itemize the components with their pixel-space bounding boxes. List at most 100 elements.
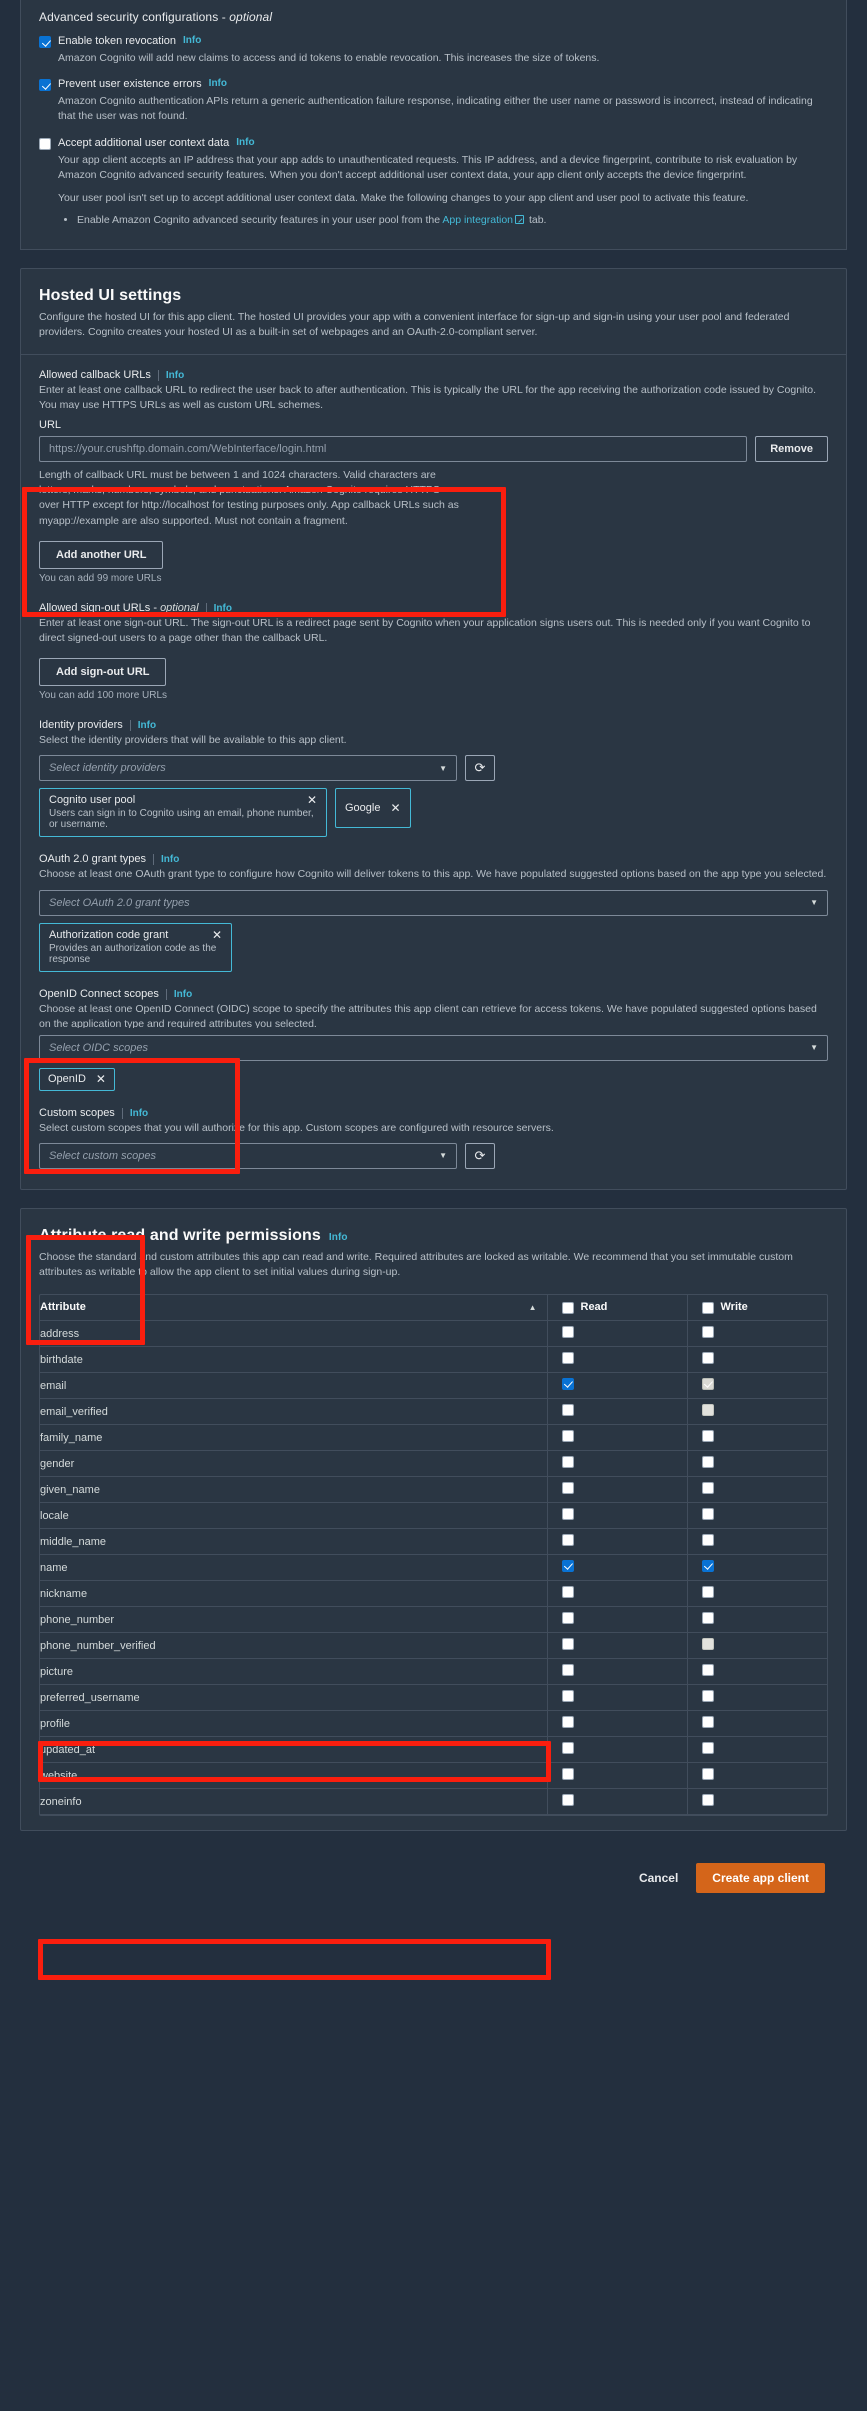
write-checkbox[interactable] xyxy=(701,1559,714,1572)
column-header-write: Write xyxy=(686,1294,827,1322)
read-checkbox[interactable] xyxy=(561,1325,574,1338)
oidc-scopes-select[interactable]: Select OIDC scopes ▼ xyxy=(39,1034,828,1061)
attribute-read-cell xyxy=(546,1606,687,1634)
identity-providers-select[interactable]: Select identity providers ▼ xyxy=(39,755,457,782)
write-checkbox[interactable] xyxy=(701,1689,714,1702)
refresh-icon[interactable]: ⟳ xyxy=(465,755,495,782)
allowed-signout-urls-info-link[interactable]: Info xyxy=(205,602,232,614)
attribute-write-cell xyxy=(686,1320,827,1348)
attribute-write-cell xyxy=(686,1788,827,1816)
write-checkbox[interactable] xyxy=(701,1585,714,1598)
allowed-signout-urls-description: Enter at least one sign-out URL. The sig… xyxy=(39,616,811,644)
read-checkbox[interactable] xyxy=(561,1507,574,1520)
attribute-permissions-info-link[interactable]: Info xyxy=(329,1232,348,1243)
write-checkbox[interactable] xyxy=(701,1481,714,1494)
custom-scopes-select[interactable]: Select custom scopes ▼ xyxy=(39,1142,457,1169)
refresh-icon[interactable]: ⟳ xyxy=(465,1142,495,1169)
allowed-signout-urls-label: Allowed sign-out URLs - xyxy=(39,601,161,614)
read-checkbox[interactable] xyxy=(561,1559,574,1572)
write-checkbox[interactable] xyxy=(701,1715,714,1728)
write-checkbox[interactable] xyxy=(701,1793,714,1806)
table-row: given_name xyxy=(40,1476,827,1504)
accept-additional-user-context-info-link[interactable]: Info xyxy=(236,137,254,148)
attribute-name-cell: name xyxy=(40,1554,547,1582)
allowed-signout-urls-group: Allowed sign-out URLs - optional Info En… xyxy=(39,602,828,701)
accept-additional-user-context-checkbox[interactable] xyxy=(39,137,51,150)
write-checkbox[interactable] xyxy=(701,1507,714,1520)
read-checkbox[interactable] xyxy=(561,1351,574,1364)
callback-url-input[interactable]: https://your.crushftp.domain.com/WebInte… xyxy=(39,435,748,462)
write-checkbox[interactable] xyxy=(701,1663,714,1676)
cancel-button[interactable]: Cancel xyxy=(639,1871,678,1885)
table-row: gender xyxy=(40,1450,827,1478)
column-header-read-label: Read xyxy=(580,1301,608,1314)
read-checkbox[interactable] xyxy=(561,1585,574,1598)
add-another-url-button[interactable]: Add another URL xyxy=(39,540,164,569)
idp-cognito-remove-icon[interactable]: ✕ xyxy=(307,794,317,806)
read-checkbox[interactable] xyxy=(561,1689,574,1702)
write-checkbox[interactable] xyxy=(701,1351,714,1364)
allowed-callback-urls-group: Allowed callback URLs Info Enter at leas… xyxy=(39,369,828,584)
write-checkbox[interactable] xyxy=(701,1325,714,1338)
idp-google-title: Google xyxy=(345,802,381,815)
identity-providers-info-link[interactable]: Info xyxy=(129,720,156,732)
attribute-write-cell xyxy=(686,1502,827,1530)
create-app-client-button[interactable]: Create app client xyxy=(696,1863,825,1894)
allowed-callback-urls-info-link[interactable]: Info xyxy=(157,369,184,381)
app-integration-link[interactable]: App integration xyxy=(442,214,513,226)
attribute-name-cell: given_name xyxy=(40,1476,547,1504)
attribute-read-cell xyxy=(546,1684,687,1712)
write-checkbox[interactable] xyxy=(701,1741,714,1754)
prevent-user-existence-errors-info-link[interactable]: Info xyxy=(209,78,227,89)
write-checkbox[interactable] xyxy=(701,1533,714,1546)
attribute-write-cell xyxy=(686,1632,827,1660)
write-checkbox[interactable] xyxy=(701,1767,714,1780)
read-checkbox[interactable] xyxy=(561,1663,574,1676)
remove-callback-url-button[interactable]: Remove xyxy=(755,435,828,462)
read-checkbox[interactable] xyxy=(561,1403,574,1416)
attribute-write-cell xyxy=(686,1372,827,1400)
sort-ascending-icon: ▲ xyxy=(528,1302,537,1312)
column-header-write-label: Write xyxy=(720,1301,748,1314)
attribute-name-cell: address xyxy=(40,1320,547,1348)
app-client-config-page: Advanced security configurations - optio… xyxy=(0,0,867,1980)
read-checkbox[interactable] xyxy=(561,1455,574,1468)
write-checkbox[interactable] xyxy=(701,1429,714,1442)
table-row: phone_number_verified xyxy=(40,1632,827,1660)
write-checkbox[interactable] xyxy=(701,1455,714,1468)
add-signout-url-button[interactable]: Add sign-out URL xyxy=(39,658,167,687)
read-checkbox[interactable] xyxy=(561,1429,574,1442)
attribute-permissions-title-row: Attribute read and write permissions Inf… xyxy=(39,1227,828,1245)
read-checkbox[interactable] xyxy=(561,1481,574,1494)
accept-additional-user-context-description: Your app client accepts an IP address th… xyxy=(58,153,798,181)
attribute-read-cell xyxy=(546,1554,687,1582)
oauth-grant-types-select[interactable]: Select OAuth 2.0 grant types ▼ xyxy=(39,889,828,916)
scope-openid-remove-icon[interactable]: ✕ xyxy=(96,1073,106,1085)
write-checkbox[interactable] xyxy=(701,1611,714,1624)
read-checkbox[interactable] xyxy=(561,1741,574,1754)
select-all-write-checkbox[interactable] xyxy=(701,1301,714,1314)
read-checkbox[interactable] xyxy=(561,1767,574,1780)
oauth-grant-types-info-link[interactable]: Info xyxy=(153,854,179,866)
attribute-name-cell: gender xyxy=(40,1450,547,1478)
read-checkbox[interactable] xyxy=(561,1533,574,1546)
enable-token-revocation-checkbox[interactable] xyxy=(39,36,51,48)
read-checkbox[interactable] xyxy=(561,1611,574,1624)
attribute-write-cell xyxy=(686,1710,827,1738)
idp-google-remove-icon[interactable]: ✕ xyxy=(390,802,400,814)
table-row: phone_number xyxy=(40,1606,827,1634)
attribute-write-cell xyxy=(686,1424,827,1452)
select-all-read-checkbox[interactable] xyxy=(561,1301,574,1314)
read-checkbox[interactable] xyxy=(561,1637,574,1650)
read-checkbox[interactable] xyxy=(561,1377,574,1390)
oidc-scopes-info-link[interactable]: Info xyxy=(165,988,192,1000)
custom-scopes-info-link[interactable]: Info xyxy=(121,1107,148,1119)
allowed-callback-urls-label: Allowed callback URLs xyxy=(39,368,151,381)
grant-auth-code-remove-icon[interactable]: ✕ xyxy=(212,929,222,941)
prevent-user-existence-errors-checkbox[interactable] xyxy=(39,79,51,92)
column-header-attribute[interactable]: Attribute ▲ xyxy=(40,1294,547,1322)
table-row: profile xyxy=(40,1710,827,1738)
read-checkbox[interactable] xyxy=(561,1793,574,1806)
enable-token-revocation-info-link[interactable]: Info xyxy=(183,35,201,46)
read-checkbox[interactable] xyxy=(561,1715,574,1728)
